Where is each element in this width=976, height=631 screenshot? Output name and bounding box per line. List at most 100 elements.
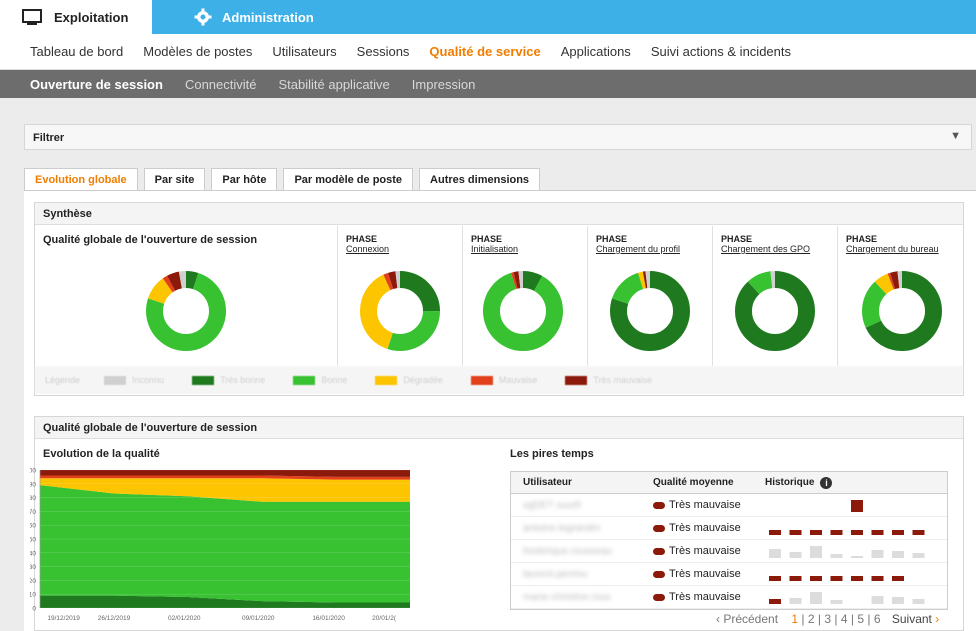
history-bar <box>769 530 781 535</box>
y-tick-label: 80 <box>30 495 36 502</box>
history-bar <box>830 530 843 535</box>
y-tick-label: 90 <box>30 481 36 488</box>
history-bar <box>830 576 843 581</box>
page-4[interactable]: 4 <box>841 612 848 626</box>
legend: Légende Inconnu Très bonne Bonne Dégradé… <box>35 366 963 394</box>
y-tick-label: 20 <box>30 578 36 585</box>
prev-button[interactable]: ‹ Précédent <box>716 612 778 626</box>
user-cell: frederique.rousseau <box>511 545 643 557</box>
donut-slice-good <box>483 271 563 351</box>
history-bar <box>789 530 802 535</box>
quality-cell: Très mauvaise <box>643 591 755 603</box>
donut-3 <box>610 271 690 351</box>
history-bar <box>810 530 822 535</box>
history-bar <box>892 530 904 535</box>
page-5[interactable]: 5 <box>857 612 864 626</box>
user-name: frederique.rousseau <box>523 546 612 557</box>
quality-label: Très mauvaise <box>669 591 741 603</box>
history-bar <box>810 576 822 581</box>
history-bar <box>871 596 884 604</box>
quality-label: Très mauvaise <box>669 499 741 511</box>
table-row[interactable]: frederique.rousseau Très mauvaise <box>511 540 947 563</box>
table-row[interactable]: antoine.legrandm Très mauvaise <box>511 517 947 540</box>
x-tick-label: 26/12/2019 <box>98 615 131 622</box>
history-bar <box>912 599 925 604</box>
legend-bonne: Bonne <box>321 375 348 385</box>
worst-times-title: Les pires temps <box>510 448 594 460</box>
col-qualite-moyenne: Qualité moyenne <box>653 477 734 488</box>
y-tick-label: 60 <box>30 523 36 530</box>
legend-swatch-tres-mauvaise <box>565 375 588 385</box>
table-row[interactable]: marie-christine.roux Très mauvaise <box>511 586 947 609</box>
donut-0 <box>146 271 226 351</box>
table-row[interactable]: laurent.perrinu Très mauvaise <box>511 563 947 586</box>
legend-degradee: Dégradée <box>403 375 443 385</box>
history-bar <box>892 597 904 604</box>
next-arrow-icon: › <box>935 612 940 626</box>
legend-swatch-mauvaise <box>470 375 493 385</box>
history-bar <box>769 576 781 581</box>
user-name: xgDET xuurlt <box>523 500 581 511</box>
history-bar <box>851 500 863 512</box>
user-cell: antoine.legrandm <box>511 522 643 534</box>
quality-dot-icon <box>653 547 665 555</box>
history-sparkline <box>769 576 904 581</box>
history-bar <box>892 576 904 581</box>
page-2[interactable]: 2 <box>808 612 815 626</box>
x-tick-label: 16/01/2020 <box>312 615 345 622</box>
col-utilisateur: Utilisateur <box>523 477 572 488</box>
quality-label: Très mauvaise <box>669 568 741 580</box>
history-bar <box>892 551 904 558</box>
legend-title: Légende <box>45 375 81 385</box>
legend-tres-bonne: Très bonne <box>220 375 266 385</box>
x-tick-label: 02/01/2020 <box>168 615 201 622</box>
y-tick-label: 10 <box>30 592 36 599</box>
legend-swatch-inconnu <box>104 375 127 385</box>
user-cell: marie-christine.roux <box>511 591 643 603</box>
user-cell: xgDET xuurlt <box>511 499 643 511</box>
history-bar <box>871 576 884 581</box>
history-bar <box>810 546 822 558</box>
history-sparkline <box>769 530 925 535</box>
info-icon[interactable]: i <box>820 476 833 489</box>
pagination: ‹ Précédent 1 | 2 | 3 | 4 | 5 | 6 Suivan… <box>716 612 940 626</box>
history-bar <box>912 530 925 535</box>
history-bar <box>830 554 843 558</box>
quality-label: Très mauvaise <box>669 522 741 534</box>
evolution-title: Evolution de la qualité <box>43 448 160 460</box>
worst-times-table: Utilisateur Qualité moyenne Historique i … <box>510 471 948 610</box>
history-cell <box>755 540 947 562</box>
area-series-1 <box>40 485 410 603</box>
page-3[interactable]: 3 <box>824 612 831 626</box>
quality-cell: Très mauvaise <box>643 545 755 557</box>
legend-swatch-degradee <box>375 375 398 385</box>
y-tick-label: 0 <box>32 606 36 613</box>
quality-cell: Très mauvaise <box>643 522 755 534</box>
quality-dot-icon <box>653 524 665 532</box>
page-1[interactable]: 1 <box>791 612 798 626</box>
quality-evolution-chart: 0 10 20 30 40 50 60 70 80 90 100 19/12/2019 26/12/20… <box>30 468 410 622</box>
history-sparkline <box>769 546 925 558</box>
quality-dot-icon <box>653 501 665 509</box>
table-row[interactable]: xgDET xuurlt Très mauvaise <box>511 494 947 517</box>
donut-charts <box>146 271 942 351</box>
quality-cell: Très mauvaise <box>643 568 755 580</box>
history-cell <box>755 563 947 585</box>
page-6[interactable]: 6 <box>874 612 881 626</box>
donut-5 <box>862 271 942 351</box>
quality-dot-icon <box>653 593 665 601</box>
table-body: xgDET xuurlt Très mauvaise antoine.legrand… <box>511 494 947 609</box>
col-historique-label: Historique <box>765 477 815 488</box>
legend-tres-mauvaise: Très mauvaise <box>593 375 653 385</box>
quality-title: Qualité globale de l'ouverture de sessio… <box>35 417 963 439</box>
donut-1 <box>360 271 440 351</box>
history-cell <box>755 586 947 608</box>
history-bar <box>851 576 863 581</box>
history-bar <box>830 600 843 604</box>
donut-2 <box>483 271 563 351</box>
x-tick-label: 20/01/2( <box>372 615 397 622</box>
history-bar <box>769 599 781 604</box>
history-bar <box>789 576 802 581</box>
history-sparkline <box>769 592 925 604</box>
next-button[interactable]: Suivant <box>892 612 932 626</box>
